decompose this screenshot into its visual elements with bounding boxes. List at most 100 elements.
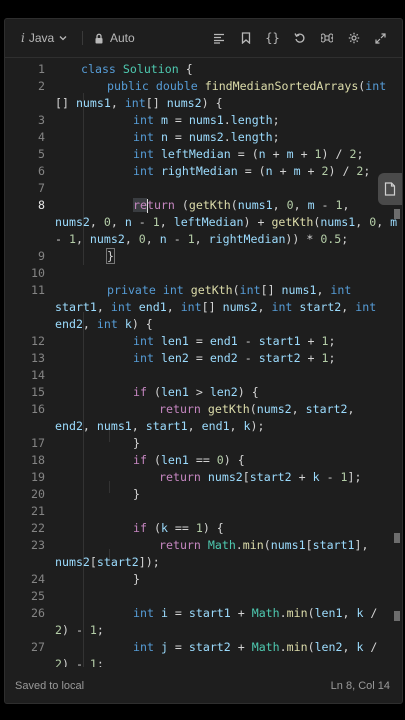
line-number: 18 — [31, 453, 45, 467]
line-number: 13 — [31, 351, 45, 365]
line-text: int i = start1 + Math.min(len1, k / — [133, 606, 378, 620]
code-line: 2 public double findMedianSortedArrays(i… — [5, 78, 386, 95]
code-line: 4 int n = nums2.length; — [5, 129, 384, 146]
line-number: 14 — [31, 368, 45, 382]
line-text: int leftMedian = (n + m + 1) / 2; — [133, 147, 364, 161]
code-line-wrap: end2, int k) { — [5, 316, 384, 333]
line-text: 2) - 1; — [55, 657, 104, 667]
code-line-wrap: nums2[start2]); — [5, 554, 384, 571]
lock-icon — [95, 33, 103, 43]
line-number: 12 — [31, 334, 45, 348]
mode-label: Auto — [110, 31, 135, 45]
line-text: int len2 = end2 - start2 + 1; — [133, 351, 336, 365]
line-number: 1 — [38, 62, 45, 76]
code-line-wrap: 2) - 1; — [5, 622, 384, 639]
side-panel-toggle[interactable] — [378, 173, 402, 205]
line-text: end2, int k) { — [55, 317, 153, 331]
line-number: 17 — [31, 436, 45, 450]
line-number: 27 — [31, 640, 45, 654]
line-text: start1, int end1, int[] nums2, int start… — [55, 300, 377, 314]
line-number: 20 — [31, 487, 45, 501]
code-line: 12 int len1 = end1 - start1 + 1; — [5, 333, 384, 350]
list-icon[interactable] — [205, 29, 232, 47]
code-line: 19 return nums2[start2 + k - 1]; — [5, 469, 384, 486]
expand-icon[interactable] — [367, 29, 394, 47]
line-text: return getKth(nums2, start2, — [159, 402, 355, 416]
line-number: 3 — [38, 113, 45, 127]
line-number: 6 — [38, 164, 45, 178]
language-icon: i — [21, 31, 25, 45]
line-text: int rightMedian = (n + m + 2) / 2; — [133, 164, 371, 178]
code-line: 5 int leftMedian = (n + m + 1) / 2; — [5, 146, 384, 163]
line-text: return Math.min(nums1[start1], — [159, 538, 369, 552]
document-icon — [384, 182, 396, 196]
code-line: 22 if (k == 1) { — [5, 520, 384, 537]
scrollbar-marker — [394, 611, 400, 621]
reset-icon[interactable] — [286, 29, 313, 47]
code-line-wrap: start1, int end1, int[] nums2, int start… — [5, 299, 384, 316]
code-line: 15 if (len1 > len2) { — [5, 384, 384, 401]
line-text: int m = nums1.length; — [133, 113, 280, 127]
line-number: 15 — [31, 385, 45, 399]
line-text: nums2, 0, n - 1, leftMedian) + getKth(nu… — [55, 215, 398, 229]
language-label: Java — [28, 31, 55, 45]
line-text: int len1 = end1 - start1 + 1; — [133, 334, 336, 348]
line-number: 22 — [31, 521, 45, 535]
code-line: 13 int len2 = end2 - start2 + 1; — [5, 350, 384, 367]
line-number: 25 — [31, 589, 45, 603]
code-editor[interactable]: 1 class Solution { 2 public double findM… — [5, 61, 402, 667]
line-text: return nums2[start2 + k - 1]; — [159, 470, 362, 484]
code-line: 25 — [5, 588, 384, 605]
line-text: if (k == 1) { — [133, 521, 224, 535]
editor-window: i Java Auto {} 1 class Solution {2 publ… — [4, 18, 403, 704]
toolbar-divider — [82, 31, 83, 45]
line-number: 16 — [31, 402, 45, 416]
line-number: 8 — [38, 198, 45, 212]
braces-icon[interactable]: {} — [259, 29, 286, 47]
cursor-position[interactable]: Ln 8, Col 14 — [331, 680, 390, 692]
line-text: class Solution { — [81, 62, 193, 76]
code-line: 26 int i = start1 + Math.min(len1, k / — [5, 605, 384, 622]
scrollbar-marker — [394, 209, 400, 219]
settings-icon[interactable] — [340, 29, 367, 47]
line-number: 11 — [31, 283, 45, 297]
code-line: 3 int m = nums1.length; — [5, 112, 384, 129]
line-number: 9 — [38, 249, 45, 263]
line-number: 23 — [31, 538, 45, 552]
line-number: 4 — [38, 130, 45, 144]
line-number: 7 — [38, 181, 45, 195]
code-line: 9 } — [5, 248, 384, 265]
line-text: int n = nums2.length; — [133, 130, 280, 144]
line-text: } — [106, 248, 115, 264]
chevron-down-icon — [59, 36, 67, 41]
code-line-wrap: nums2, 0, n - 1, leftMedian) + getKth(nu… — [5, 214, 397, 231]
code-line: 20 } — [5, 486, 384, 503]
bookmark-icon[interactable] — [232, 29, 259, 47]
line-text: } — [133, 487, 140, 501]
code-line-wrap: end2, nums1, start1, end1, k); — [5, 418, 384, 435]
code-line: 27 int j = start2 + Math.min(len2, k / — [5, 639, 384, 656]
line-text: } — [133, 572, 140, 586]
line-text: 2) - 1; — [55, 623, 104, 637]
save-status: Saved to local — [15, 680, 85, 692]
mode-selector[interactable]: Auto — [94, 31, 135, 45]
code-line-active: 8 return (getKth(nums1, 0, m - 1, — [5, 197, 384, 214]
code-line: 18 if (len1 == 0) { — [5, 452, 384, 469]
code-line-wrap: [] nums1, int[] nums2) { — [5, 95, 384, 112]
code-line: 23 return Math.min(nums1[start1], — [5, 537, 384, 554]
code-line: 21 — [5, 503, 384, 520]
code-line: 1 class Solution { — [5, 61, 384, 78]
code-line-wrap: 2) - 1; — [5, 656, 384, 667]
line-text: return (getKth(nums1, 0, m - 1, — [133, 198, 350, 213]
scrollbar-marker — [394, 533, 400, 543]
code-line: 10 — [5, 265, 384, 282]
language-selector[interactable]: i Java — [21, 31, 68, 45]
line-number: 5 — [38, 147, 45, 161]
line-text: private int getKth(int[] nums1, int — [107, 283, 352, 297]
code-line: 6 int rightMedian = (n + m + 2) / 2; — [5, 163, 384, 180]
line-text: nums2[start2]); — [55, 555, 160, 569]
code-line-wrap: - 1, nums2, 0, n - 1, rightMedian)) * 0.… — [5, 231, 384, 248]
line-number: 2 — [38, 79, 45, 93]
command-icon[interactable] — [313, 29, 340, 47]
code-line: 14 — [5, 367, 384, 384]
